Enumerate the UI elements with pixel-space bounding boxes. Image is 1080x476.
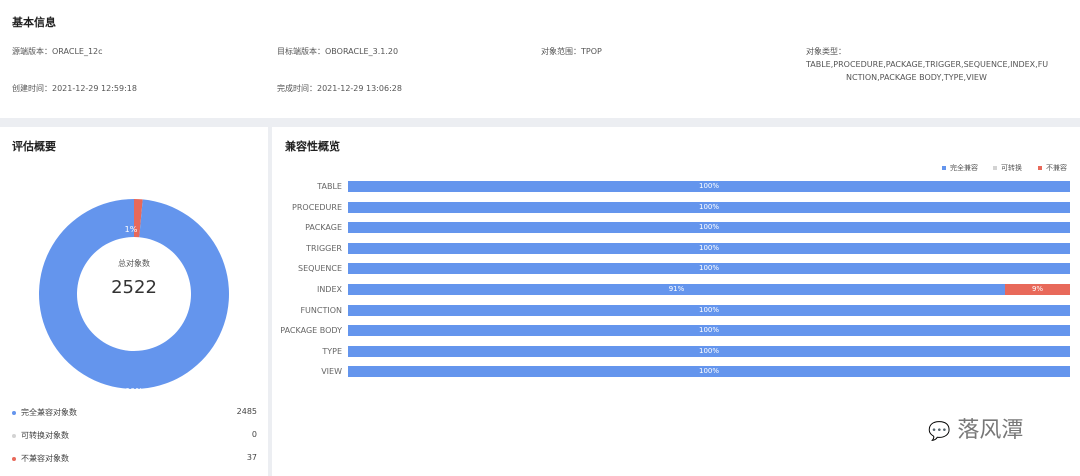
legend-compatible[interactable]: 完全兼容 <box>942 163 978 173</box>
finished-time: 完成时间：2021-12-29 13:06:28 <box>277 84 402 93</box>
category-label: PROCEDURE <box>292 203 342 212</box>
legend-incompatible-label: 不兼容 <box>1046 164 1067 172</box>
category-label: PACKAGE <box>305 223 342 232</box>
bar-row-5: 91% 9% <box>348 284 1070 295</box>
target-version: 目标端版本：OBORACLE_3.1.20 <box>277 47 399 56</box>
legend-convertible-swatch <box>993 166 997 170</box>
overview-legend-count: 37 <box>246 453 257 462</box>
legend-dot-icon <box>12 457 16 461</box>
object-type-line2: NCTION,PACKAGE BODY,TYPE,VIEW <box>846 73 987 82</box>
bar-row-2: 100% <box>348 222 1070 233</box>
category-label: INDEX <box>316 285 342 294</box>
overview-legend-row: 可转换对象数 0 <box>12 430 257 442</box>
category-label: SEQUENCE <box>298 264 342 273</box>
overview-legend-row: 完全兼容对象数 2485 <box>12 407 257 419</box>
bar-row-4: 100% <box>348 263 1070 274</box>
legend-incompatible-swatch <box>1038 166 1042 170</box>
created-time: 创建时间：2021-12-29 12:59:18 <box>12 84 137 93</box>
overview-panel: 评估概要 99% 1% 总对象数 2522 完全兼容对象数 2485 可转换对象数… <box>0 127 268 476</box>
legend-compatible-swatch <box>942 166 946 170</box>
basic-info-panel: 基本信息 源端版本：ORACLE_12c 目标端版本：OBORACLE_3.1.… <box>0 0 1080 118</box>
bar-segment[interactable]: 100% <box>348 222 1070 233</box>
overview-legend-count: 0 <box>251 430 257 439</box>
bar-segment[interactable]: 91% <box>348 284 1006 295</box>
donut-slice-label-0: 99% <box>125 387 143 396</box>
object-type: 对象类型：TABLE,PROCEDURE,PACKAGE,TRIGGER,SEQ… <box>806 45 1080 84</box>
basic-info-title: 基本信息 <box>12 16 56 29</box>
compat-title: 兼容性概览 <box>285 140 340 153</box>
category-label: PACKAGE BODY <box>280 326 342 335</box>
category-label: TABLE <box>317 182 342 191</box>
object-scope: 对象范围：TPOP <box>541 47 602 56</box>
legend-dot-icon <box>12 434 16 438</box>
category-label: TRIGGER <box>306 244 342 253</box>
bar-segment[interactable]: 100% <box>348 305 1070 316</box>
bar-row-8: 100% <box>348 346 1070 357</box>
category-label: TYPE <box>322 347 342 356</box>
bar-row-9: 100% <box>348 366 1070 377</box>
source-version: 源端版本：ORACLE_12c <box>12 47 103 56</box>
overview-legend-row: 不兼容对象数 37 <box>12 453 257 465</box>
bar-segment[interactable]: 100% <box>348 366 1070 377</box>
wechat-icon: 💬 <box>928 421 951 442</box>
bar-segment[interactable]: 100% <box>348 263 1070 274</box>
bar-row-3: 100% <box>348 243 1070 254</box>
legend-convertible[interactable]: 可转换 <box>993 163 1022 173</box>
category-label: FUNCTION <box>300 306 342 315</box>
legend-dot-icon <box>12 411 16 415</box>
bar-row-1: 100% <box>348 202 1070 213</box>
donut-center-label: 总对象数 <box>118 259 150 268</box>
bar-segment[interactable]: 100% <box>348 346 1070 357</box>
donut-slice-label-2: 1% <box>125 225 138 234</box>
overview-legend-label: 不兼容对象数 <box>21 454 69 463</box>
donut-total: 2522 <box>111 277 157 298</box>
object-type-line1: 对象类型：TABLE,PROCEDURE,PACKAGE,TRIGGER,SEQ… <box>806 47 1049 69</box>
overview-legend-count: 2485 <box>236 407 257 416</box>
bar-row-0: 100% <box>348 181 1070 192</box>
bar-segment[interactable]: 100% <box>348 181 1070 192</box>
legend-incompatible[interactable]: 不兼容 <box>1038 163 1067 173</box>
watermark-logo: 💬 落风潭 <box>928 412 1023 444</box>
bar-segment[interactable]: 100% <box>348 243 1070 254</box>
bar-segment[interactable]: 9% <box>1005 284 1070 295</box>
overview-legend-label: 完全兼容对象数 <box>21 408 77 417</box>
bar-segment[interactable]: 100% <box>348 202 1070 213</box>
overview-title: 评估概要 <box>12 140 56 153</box>
watermark-text: 落风潭 <box>957 418 1024 443</box>
legend-compatible-label: 完全兼容 <box>950 164 978 172</box>
category-label: VIEW <box>321 367 342 376</box>
bar-segment[interactable]: 100% <box>348 325 1070 336</box>
overview-legend-label: 可转换对象数 <box>21 431 69 440</box>
bar-row-6: 100% <box>348 305 1070 316</box>
legend-convertible-label: 可转换 <box>1001 164 1022 172</box>
bar-row-7: 100% <box>348 325 1070 336</box>
